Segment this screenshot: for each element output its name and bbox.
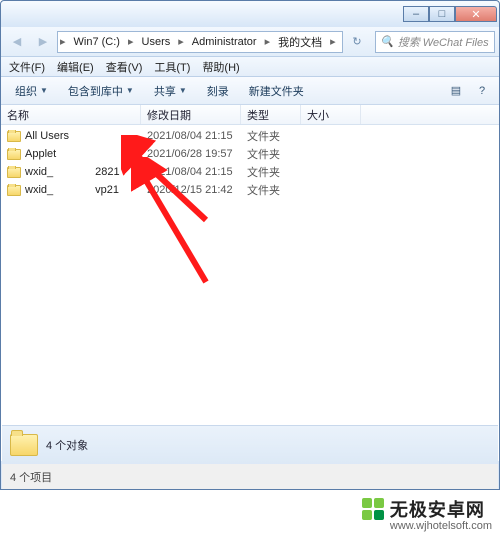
burn-button[interactable]: 刻录 (199, 80, 237, 102)
crumb-3[interactable]: 我的文档 (272, 32, 328, 52)
close-button[interactable]: ✕ (455, 6, 497, 22)
watermark-url: www.wjhotelsoft.com (390, 520, 492, 532)
back-button[interactable]: ◀ (5, 30, 29, 54)
file-name-suffix: 2821 (95, 166, 119, 178)
table-row[interactable]: Applet 2021/06/28 19:57文件夹 (1, 145, 499, 163)
table-row[interactable]: wxid_ 2821 2021/08/04 21:15文件夹 (1, 163, 499, 181)
file-date: 2020/12/15 21:42 (141, 184, 241, 196)
watermark: 无极安卓网 www.wjhotelsoft.com (362, 496, 492, 532)
include-library-button[interactable]: 包含到库中▼ (60, 80, 142, 102)
file-name-suffix: vp21 (95, 184, 119, 196)
column-headers: 名称 修改日期 类型 大小 (1, 105, 499, 125)
file-date: 2021/08/04 21:15 (141, 130, 241, 142)
folder-icon (7, 167, 21, 178)
help-icon[interactable]: ? (471, 80, 493, 102)
menu-tools[interactable]: 工具(T) (154, 59, 190, 75)
col-type[interactable]: 类型 (241, 105, 301, 124)
file-name: All Users (25, 130, 69, 142)
minimize-button[interactable]: – (403, 6, 429, 22)
file-name: wxid_ (25, 166, 53, 178)
search-input[interactable]: 🔍 搜索 WeChat Files (375, 31, 495, 53)
file-date: 2021/08/04 21:15 (141, 166, 241, 178)
crumb-1[interactable]: Users (136, 32, 177, 52)
file-type: 文件夹 (241, 146, 301, 162)
menu-file[interactable]: 文件(F) (9, 59, 45, 75)
file-name: Applet (25, 148, 56, 160)
menubar: 文件(F) 编辑(E) 查看(V) 工具(T) 帮助(H) (1, 57, 499, 77)
view-mode-button[interactable]: ▤ (445, 80, 467, 102)
window-controls: – □ ✕ (403, 6, 497, 22)
search-placeholder: 搜索 WeChat Files (398, 34, 489, 50)
folder-icon (7, 185, 21, 196)
watermark-logo-icon (362, 498, 384, 520)
col-name[interactable]: 名称 (1, 105, 141, 124)
menu-help[interactable]: 帮助(H) (202, 59, 239, 75)
file-rows: All Users2021/08/04 21:15文件夹Applet2021/0… (1, 125, 499, 201)
maximize-button[interactable]: □ (429, 6, 455, 22)
file-type: 文件夹 (241, 164, 301, 180)
search-icon: 🔍 (380, 35, 394, 48)
status-bar: 4 个项目 (2, 464, 498, 489)
status-items: 4 个项目 (10, 469, 52, 485)
col-size[interactable]: 大小 (301, 105, 361, 124)
refresh-button[interactable]: ↻ (345, 30, 369, 54)
crumb-4[interactable]: WeChat Files (338, 32, 343, 52)
file-type: 文件夹 (241, 128, 301, 144)
table-row[interactable]: wxid_ vp21 2020/12/15 21:42文件夹 (1, 181, 499, 199)
redacted-segment (57, 167, 91, 177)
menu-view[interactable]: 查看(V) (106, 59, 143, 75)
toolbar: 组织▼ 包含到库中▼ 共享▼ 刻录 新建文件夹 ▤ ? (1, 77, 499, 105)
folder-icon (7, 149, 21, 160)
organize-button[interactable]: 组织▼ (7, 80, 56, 102)
table-row[interactable]: All Users 2021/08/04 21:15文件夹 (1, 127, 499, 145)
col-date[interactable]: 修改日期 (141, 105, 241, 124)
watermark-title: 无极安卓网 (390, 496, 492, 522)
folder-icon (7, 131, 21, 142)
file-name: wxid_ (25, 184, 53, 196)
explorer-window: – □ ✕ ◀ ▶ ▸ Win7 (C:)▸ Users▸ Administra… (0, 0, 500, 490)
share-button[interactable]: 共享▼ (146, 80, 195, 102)
crumb-0[interactable]: Win7 (C:) (68, 32, 126, 52)
redacted-segment (57, 185, 91, 195)
details-pane: 4 个对象 (2, 425, 498, 463)
navigation-bar: ◀ ▶ ▸ Win7 (C:)▸ Users▸ Administrator▸ 我… (1, 27, 499, 57)
new-folder-button[interactable]: 新建文件夹 (241, 80, 312, 102)
file-list-pane: 名称 修改日期 类型 大小 All Users2021/08/04 21:15文… (1, 105, 499, 461)
folder-large-icon (10, 434, 38, 456)
forward-button[interactable]: ▶ (31, 30, 55, 54)
file-date: 2021/06/28 19:57 (141, 148, 241, 160)
status-count: 4 个对象 (46, 437, 88, 453)
breadcrumb-bar[interactable]: ▸ Win7 (C:)▸ Users▸ Administrator▸ 我的文档▸… (57, 31, 343, 53)
titlebar: – □ ✕ (1, 1, 499, 27)
crumb-2[interactable]: Administrator (186, 32, 263, 52)
file-type: 文件夹 (241, 182, 301, 198)
menu-edit[interactable]: 编辑(E) (57, 59, 94, 75)
